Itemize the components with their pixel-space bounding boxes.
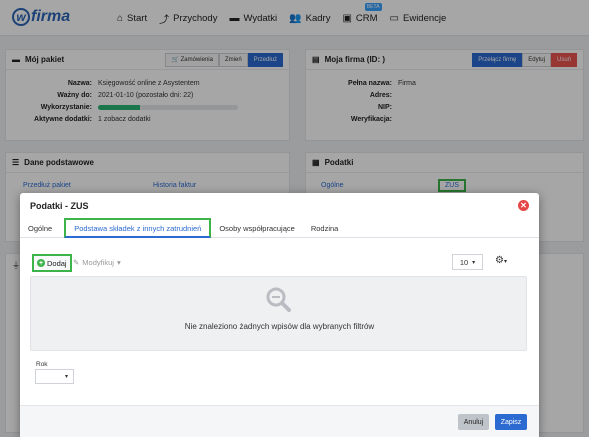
settings-gear-icon[interactable]: ⚙▾ (495, 255, 507, 266)
modify-button[interactable]: ✎ Modyfikuj ▾ (73, 258, 121, 267)
chevron-down-icon: ▾ (472, 259, 476, 266)
page-size-select[interactable]: 10 ▾ (452, 254, 483, 270)
empty-message: Nie znaleziono żadnych wpisów dla wybran… (184, 322, 375, 331)
tab-general[interactable]: Ogólne (20, 218, 60, 238)
chevron-down-icon: ▾ (64, 374, 68, 380)
add-button[interactable]: + Dodaj (32, 254, 72, 272)
modal-tabs: Ogólne Podstawa składek z innych zatrudn… (20, 218, 539, 238)
cancel-button[interactable]: Anuluj (458, 414, 489, 430)
year-label: Rok (36, 361, 48, 368)
save-button[interactable]: Zapisz (495, 414, 527, 430)
magnifier-icon (266, 287, 291, 312)
tab-other-employment-base[interactable]: Podstawa składek z innych zatrudnień (64, 218, 212, 238)
modal-title: Podatki - ZUS (30, 201, 89, 211)
empty-results-box: Nie znaleziono żadnych wpisów dla wybran… (30, 276, 527, 351)
tab-collaborators[interactable]: Osoby współpracujące (211, 218, 302, 238)
year-select[interactable]: ▾ (35, 369, 74, 384)
edit-icon: ✎ (73, 258, 80, 267)
plus-icon: + (37, 259, 45, 267)
tab-family[interactable]: Rodzina (303, 218, 347, 238)
zus-modal: Podatki - ZUS ✕ Ogólne Podstawa składek … (20, 193, 539, 437)
close-icon[interactable]: ✕ (518, 200, 529, 211)
chevron-down-icon: ▾ (116, 258, 121, 267)
